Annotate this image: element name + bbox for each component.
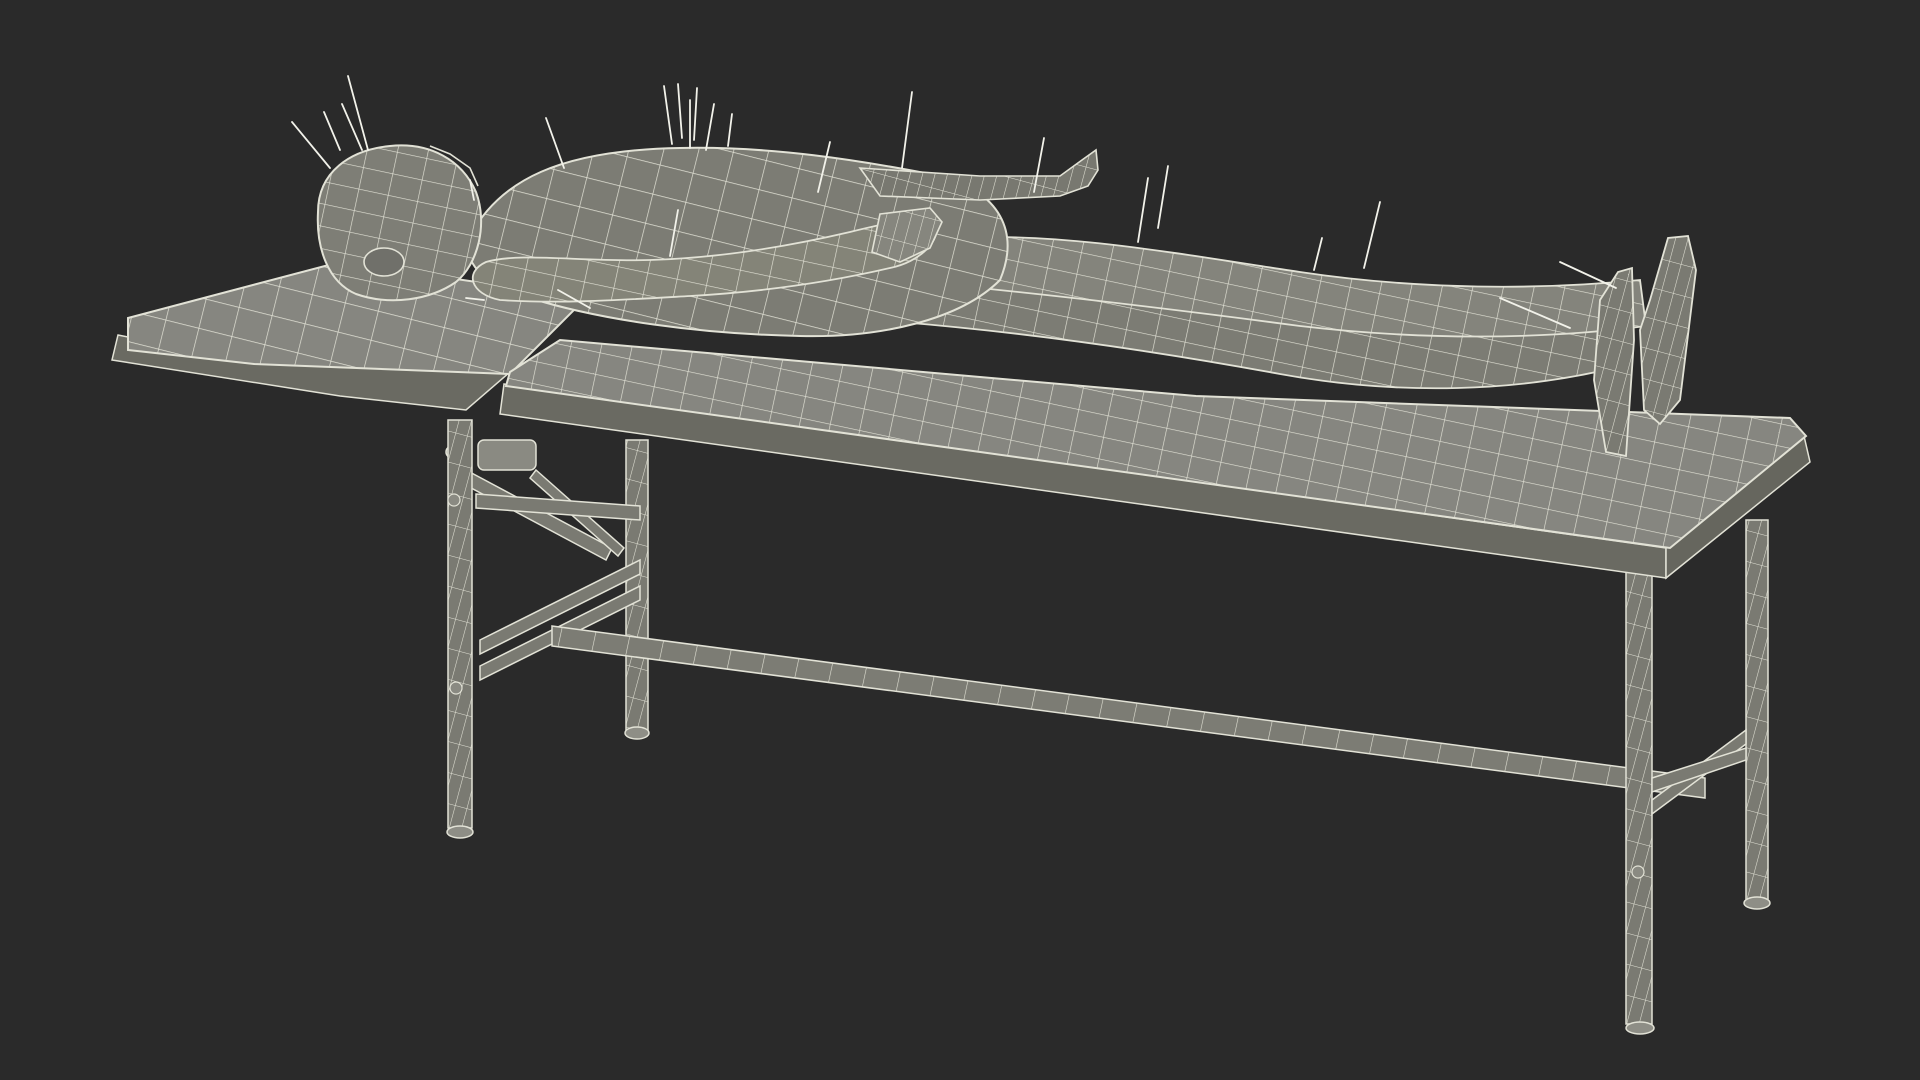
figure-far-arm: [858, 148, 1099, 201]
figure-ear: [363, 247, 405, 277]
table-leg-front-right: [1625, 565, 1655, 1035]
acupuncture-needle-icon: [1313, 237, 1323, 271]
table-side-rail: [551, 625, 1706, 799]
acupuncture-needle-icon: [1137, 177, 1149, 243]
acupuncture-needle-icon: [545, 117, 565, 169]
acupuncture-needle-icon: [663, 85, 673, 145]
figure-head: [316, 144, 483, 302]
render-viewport: [0, 0, 1920, 1080]
acupuncture-needle-icon: [727, 113, 733, 147]
acupuncture-needle-icon: [291, 121, 331, 169]
acupuncture-needle-icon: [693, 87, 698, 141]
wireframe-render: [111, 75, 1811, 1035]
table-end-brace: [1651, 728, 1747, 816]
acupuncture-needle-icon: [901, 91, 913, 169]
acupuncture-needle-icon: [677, 83, 683, 139]
acupuncture-needle-icon: [341, 103, 363, 151]
acupuncture-needle-icon: [1157, 165, 1169, 229]
table-leg-back-right: [1743, 519, 1771, 910]
acupuncture-needle-icon: [323, 111, 341, 151]
acupuncture-needle-icon: [1363, 201, 1381, 269]
table-leg-front-left: [446, 419, 474, 839]
acupuncture-needle-icon: [705, 103, 715, 151]
